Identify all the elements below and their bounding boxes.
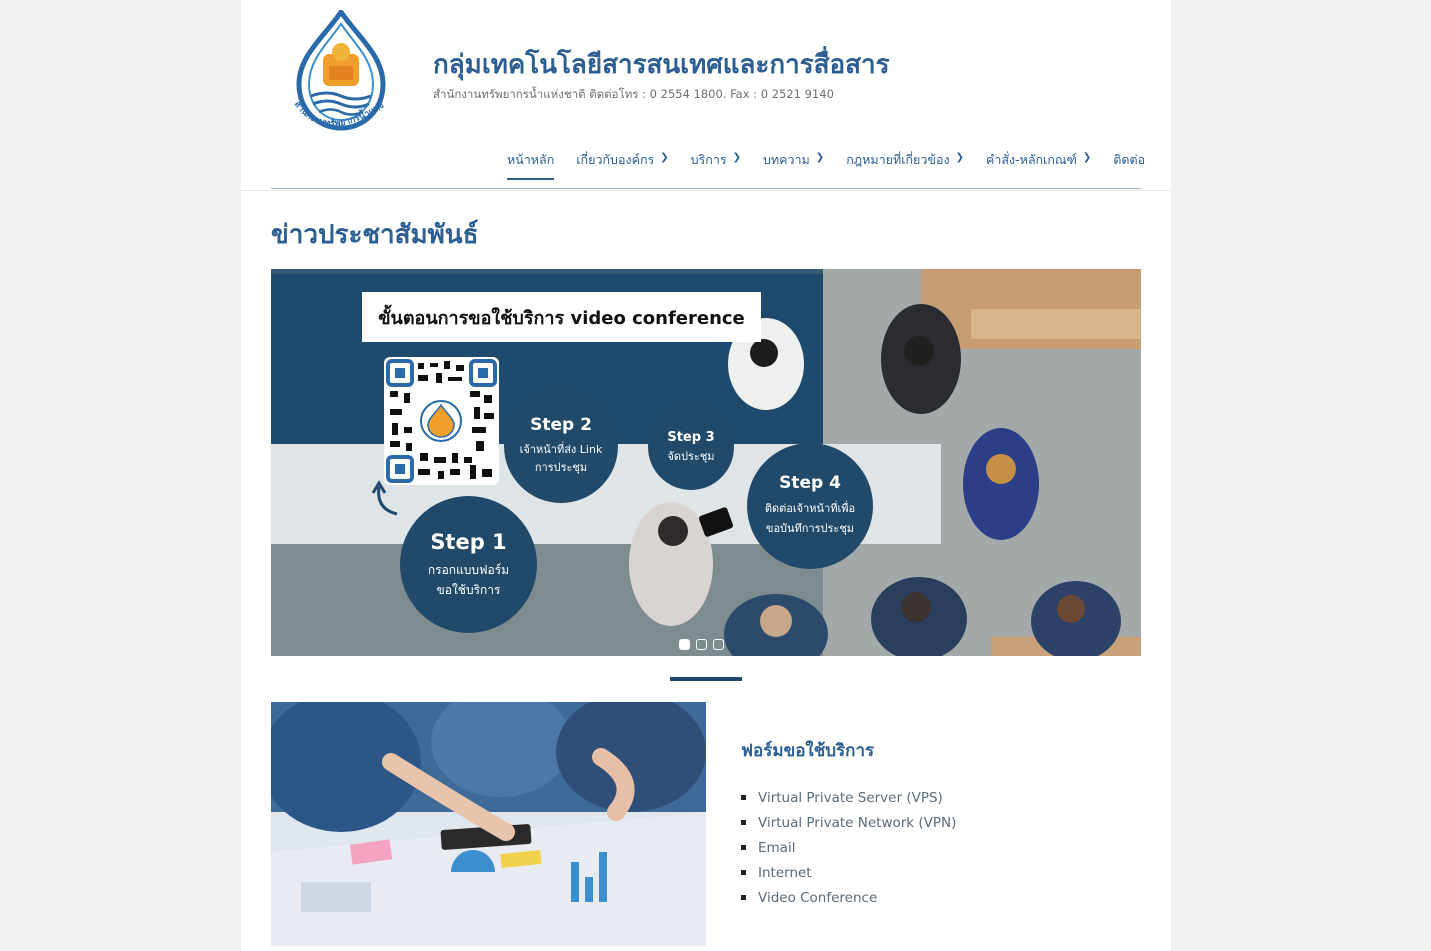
service-link-internet[interactable]: Internet (758, 865, 812, 881)
slider-pagination (679, 639, 730, 650)
qr-code-image (384, 357, 499, 485)
chevron-down-icon: ❯ (1082, 152, 1092, 163)
slider-dot-1[interactable] (679, 639, 690, 650)
news-slider[interactable]: ขั้นตอนการขอใช้บริการ video conference S… (271, 269, 1141, 656)
step-desc: ติดต่อเจ้าหน้าที่เพื่อ ขอบันทึการประชุม (765, 499, 855, 539)
chevron-down-icon: ❯ (955, 152, 964, 163)
list-item: Email (741, 835, 956, 860)
nav-item-label: บริการ (690, 152, 727, 167)
list-item: Virtual Private Network (VPN) (741, 810, 956, 835)
service-feature-image (271, 702, 706, 946)
slide-title: ขั้นตอนการขอใช้บริการ video conference (378, 307, 745, 329)
bullet-icon (741, 870, 746, 875)
bullet-icon (741, 795, 746, 800)
water-drop-logo-icon: สำนักงานทรัพยากรน้ำแห่งชาติ (280, 2, 386, 131)
chevron-down-icon: ❯ (660, 152, 669, 163)
nav-divider (271, 188, 1141, 189)
main-navigation: หน้าหลัก เกี่ยวกับองค์กร ❯ บริการ ❯ บทคว… (507, 150, 1167, 180)
section-divider (670, 677, 742, 681)
nav-item-label: ติดต่อ (1113, 152, 1146, 167)
nav-item-home[interactable]: หน้าหลัก (507, 150, 555, 180)
nav-item-label: เกี่ยวกับองค์กร (576, 152, 655, 167)
bullet-icon (741, 845, 746, 850)
site-title[interactable]: กลุ่มเทคโนโลยีสารสนเทศและการสื่อสาร (433, 44, 890, 85)
step-title: Step 1 (430, 529, 507, 554)
step-2-circle: Step 2 เจ้าหน้าที่ส่ง Link การประชุม (504, 389, 618, 503)
step-desc-line: ขอใช้บริการ (436, 582, 501, 597)
slide-title-box: ขั้นตอนการขอใช้บริการ video conference (362, 292, 761, 342)
bullet-icon (741, 895, 746, 900)
step-desc-line: การประชุม (534, 461, 588, 474)
chevron-down-icon: ❯ (815, 152, 825, 163)
nav-item-label: กฎหมายที่เกี่ยวข้อง (846, 152, 950, 167)
step-desc-line: ขอบันทึการประชุม (765, 522, 855, 535)
step-title: Step 4 (779, 473, 841, 493)
page-container: สำนักงานทรัพยากรน้ำแห่งชาติ กลุ่มเทคโนโล… (241, 0, 1171, 951)
site-description: สำนักงานทรัพยากรน้ำแห่งชาติ ติดต่อโทร : … (433, 87, 834, 101)
service-link-vpn[interactable]: Virtual Private Network (VPN) (758, 815, 956, 831)
nav-item-articles[interactable]: บทความ ❯ (763, 150, 824, 180)
step-desc: กรอกแบบฟอร์ม ขอใช้บริการ (428, 560, 509, 600)
slider-dot-2[interactable] (696, 639, 707, 650)
nav-item-about[interactable]: เกี่ยวกับองค์กร ❯ (576, 150, 668, 180)
step-desc-line: กรอกแบบฟอร์ม (427, 562, 510, 577)
nav-item-laws[interactable]: กฎหมายที่เกี่ยวข้อง ❯ (846, 150, 964, 180)
step-title: Step 3 (667, 429, 715, 445)
nav-item-orders[interactable]: คำสั่ง-หลักเกณฑ์ ❯ (986, 150, 1091, 180)
chevron-down-icon: ❯ (732, 152, 741, 163)
slider-dot-3[interactable] (713, 639, 724, 650)
nav-item-label: บทความ (762, 152, 810, 167)
service-form-title: ฟอร์มขอใช้บริการ (741, 741, 875, 761)
step-desc: เจ้าหน้าที่ส่ง Link การประชุม (520, 441, 603, 477)
service-link-video-conference[interactable]: Video Conference (758, 890, 877, 906)
nav-item-services[interactable]: บริการ ❯ (691, 150, 741, 180)
site-logo[interactable]: สำนักงานทรัพยากรน้ำแห่งชาติ (280, 2, 403, 140)
service-list: Virtual Private Server (VPS) Virtual Pri… (741, 785, 956, 910)
step-desc-line: จัดประชุม (667, 449, 715, 463)
list-item: Virtual Private Server (VPS) (741, 785, 956, 810)
bullet-icon (741, 820, 746, 825)
step-title: Step 2 (530, 415, 592, 435)
list-item: Video Conference (741, 885, 956, 910)
header-divider (241, 190, 1171, 191)
step-3-circle: Step 3 จัดประชุม (648, 404, 734, 490)
step-desc: จัดประชุม (667, 449, 714, 465)
nav-item-label: หน้าหลัก (507, 152, 555, 167)
nav-item-label: คำสั่ง-หลักเกณฑ์ (985, 152, 1077, 167)
list-item: Internet (741, 860, 956, 885)
qr-code-icon (386, 359, 497, 483)
service-link-vps[interactable]: Virtual Private Server (VPS) (758, 790, 943, 806)
business-meeting-image (271, 702, 706, 946)
step-desc-line: เจ้าหน้าที่ส่ง Link (519, 443, 603, 456)
service-link-email[interactable]: Email (758, 840, 795, 856)
news-heading: ข่าวประชาสัมพันธ์ (271, 220, 479, 250)
step-1-circle: Step 1 กรอกแบบฟอร์ม ขอใช้บริการ (400, 496, 537, 633)
step-desc-line: ติดต่อเจ้าหน้าที่เพื่อ (764, 502, 856, 515)
step-4-circle: Step 4 ติดต่อเจ้าหน้าที่เพื่อ ขอบันทึการ… (747, 443, 873, 569)
nav-item-contact[interactable]: ติดต่อ (1113, 150, 1145, 180)
